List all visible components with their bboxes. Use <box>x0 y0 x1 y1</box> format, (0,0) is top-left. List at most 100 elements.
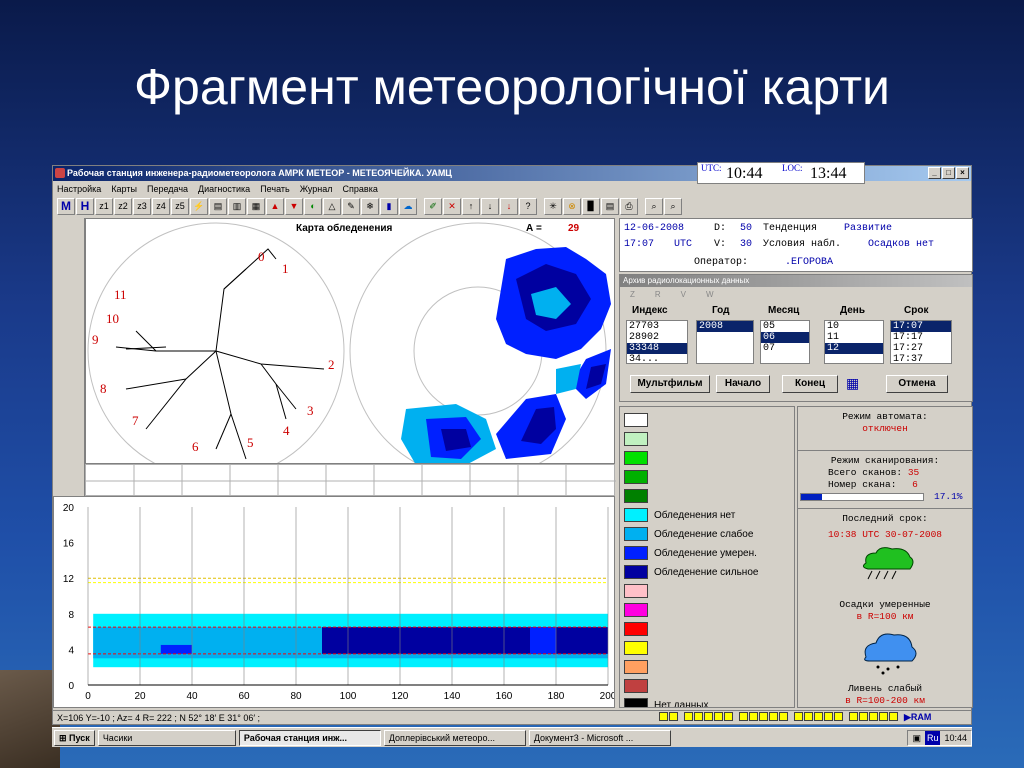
help-icon[interactable]: ? <box>519 198 537 215</box>
arrow-down-icon[interactable]: ↓ <box>481 198 499 215</box>
taskbar-item[interactable]: Рабочая станция инж... <box>238 729 381 746</box>
mode-v[interactable]: V <box>681 290 686 299</box>
scan-mode-label: Режим сканирования: <box>830 455 940 466</box>
book-icon[interactable]: ▉ <box>582 198 600 215</box>
toolbar-z5-button[interactable]: z5 <box>171 198 189 215</box>
start-button[interactable]: Начало <box>716 375 770 393</box>
triangle-icon[interactable]: △ <box>323 198 341 215</box>
taskbar-item[interactable]: Документ3 - Microsoft ... <box>528 729 671 746</box>
list-item[interactable]: 27703 <box>627 321 687 332</box>
list-item[interactable]: 34... <box>627 354 687 363</box>
menu-transfer[interactable]: Передача <box>147 182 188 196</box>
pen-icon[interactable]: ✎ <box>342 198 360 215</box>
list-item[interactable]: 06 <box>761 332 809 343</box>
mode-r[interactable]: R <box>655 290 661 299</box>
legend-item: Обледенение сильное <box>624 565 758 579</box>
toolbar-z4-button[interactable]: z4 <box>152 198 170 215</box>
list-item[interactable]: 17:07 <box>891 321 951 332</box>
arrow-down-red-icon[interactable]: ▼ <box>285 198 303 215</box>
mode-z[interactable]: Z <box>630 290 635 299</box>
list-item[interactable]: 17:27 <box>891 343 951 354</box>
taskbar: ⊞ Пуск Часики Рабочая станция инж... Доп… <box>52 727 972 747</box>
loc-label: LOC: <box>782 163 803 173</box>
menu-help[interactable]: Справка <box>343 182 378 196</box>
menu-maps[interactable]: Карты <box>111 182 137 196</box>
last-term-box: Последний срок: 10:38 UTC 30-07-2008 Оса… <box>798 509 972 707</box>
snowflake-icon[interactable]: ❄ <box>361 198 379 215</box>
toolbar-z3-button[interactable]: z3 <box>133 198 151 215</box>
precip-moderate-text: Осадки умеренные <box>839 599 931 610</box>
taskbar-item[interactable]: Часики <box>97 729 236 746</box>
radar-icon[interactable]: ◐ <box>304 198 322 215</box>
menu-diagnostics[interactable]: Диагностика <box>198 182 250 196</box>
cancel-button[interactable]: Отмена <box>886 375 948 393</box>
database-icon[interactable]: ▥ <box>228 198 246 215</box>
list-item[interactable]: 28902 <box>627 332 687 343</box>
menu-print[interactable]: Печать <box>260 182 289 196</box>
shower-cloud-icon <box>864 633 917 675</box>
list-item[interactable]: 11 <box>825 332 883 343</box>
app-icon <box>55 168 65 178</box>
header-day: День <box>840 305 865 316</box>
index-list[interactable]: 27703 28902 33348 34... <box>626 320 688 364</box>
dir-label-2: 2 <box>328 357 335 372</box>
x-tick-label: 80 <box>290 691 302 702</box>
lightning-icon[interactable]: ⚡ <box>190 198 208 215</box>
list-item[interactable]: 07 <box>761 343 809 354</box>
printer-icon[interactable]: ⎙ <box>620 198 638 215</box>
document-icon[interactable]: ▦ <box>247 198 265 215</box>
maximize-button[interactable]: □ <box>942 167 955 179</box>
list-item[interactable]: 10 <box>825 321 883 332</box>
year-list[interactable]: 2008 <box>696 320 754 364</box>
scan-num-value: 6 <box>912 479 918 490</box>
start-button[interactable]: ⊞ Пуск <box>54 729 95 746</box>
icing-map-panel[interactable]: Карта обледенения А = 29 0 1 2 3 4 5 6 7… <box>85 218 615 464</box>
toolbar-h-button[interactable]: H <box>76 198 94 215</box>
list-item[interactable]: 05 <box>761 321 809 332</box>
stack-icon[interactable]: ▲ <box>266 198 284 215</box>
notes-icon[interactable]: ▤ <box>601 198 619 215</box>
x-tick-label: 160 <box>496 691 513 702</box>
tray-lang[interactable]: Ru <box>924 730 941 745</box>
clock-box: UTC: 10:44 LOC: 13:44 <box>697 162 865 184</box>
minimize-button[interactable]: _ <box>928 167 941 179</box>
layers-icon[interactable]: ▤ <box>209 198 227 215</box>
auto-mode-value: отключен <box>862 423 908 434</box>
arrow-up-icon[interactable]: ↑ <box>462 198 480 215</box>
month-list[interactable]: 05 06 07 <box>760 320 810 364</box>
cloud-icon[interactable]: ☁ <box>399 198 417 215</box>
zoom-out-icon[interactable]: ⌕ <box>664 198 682 215</box>
toolbar-m-button[interactable]: M <box>57 198 75 215</box>
close-button[interactable]: × <box>956 167 969 179</box>
toolbar-z2-button[interactable]: z2 <box>114 198 132 215</box>
menu-journal[interactable]: Журнал <box>300 182 333 196</box>
y-tick-label: 16 <box>63 539 75 550</box>
grid-tool-icon[interactable]: ▦ <box>846 375 876 393</box>
list-item[interactable]: 12 <box>825 343 883 354</box>
dir-label-1: 1 <box>282 261 289 276</box>
brush-icon[interactable]: ✐ <box>424 198 442 215</box>
sun-icon[interactable]: ✳ <box>544 198 562 215</box>
legend-label: Нет данных <box>654 699 709 708</box>
cross-icon[interactable]: ✕ <box>443 198 461 215</box>
menu-settings[interactable]: Настройка <box>57 182 101 196</box>
list-item[interactable]: 17:17 <box>891 332 951 343</box>
multifilm-button[interactable]: Мультфильм <box>630 375 710 393</box>
arrow-down-red2-icon[interactable]: ↓ <box>500 198 518 215</box>
list-item[interactable]: 33348 <box>627 343 687 354</box>
vertical-section-chart[interactable]: 20 16 12 8 4 0 0 20 40 60 80 100 120 140 160 180 200 <box>53 496 615 708</box>
no-entry-icon[interactable]: ⊗ <box>563 198 581 215</box>
day-list[interactable]: 10 11 12 <box>824 320 884 364</box>
indicator-icon[interactable]: ▮ <box>380 198 398 215</box>
list-item[interactable]: 2008 <box>697 321 753 332</box>
mode-w[interactable]: W <box>706 290 714 299</box>
zoom-in-icon[interactable]: ⌕ <box>645 198 663 215</box>
list-item[interactable]: 17:37 <box>891 354 951 363</box>
end-button[interactable]: Конец <box>782 375 838 393</box>
taskbar-item[interactable]: Доплерівський метеоро... <box>383 729 526 746</box>
term-list[interactable]: 17:07 17:17 17:27 17:37 <box>890 320 952 364</box>
menu-bar: Настройка Карты Передача Диагностика Печ… <box>53 182 971 196</box>
background-ground <box>0 670 60 768</box>
toolbar-z1-button[interactable]: z1 <box>95 198 113 215</box>
tray-network-icon[interactable]: ▣ <box>912 731 921 745</box>
